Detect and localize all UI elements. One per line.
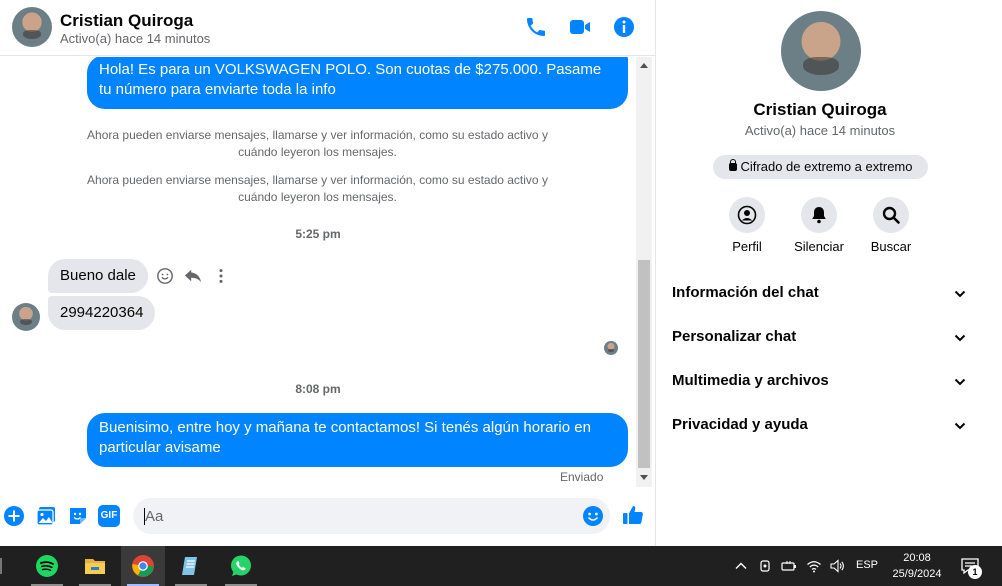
chevron-down-icon xyxy=(954,378,966,386)
text-caret xyxy=(144,508,145,525)
chevron-up-icon[interactable] xyxy=(733,558,749,574)
video-camera-icon[interactable] xyxy=(568,15,592,39)
message-scrollbar[interactable] xyxy=(636,57,652,487)
chat-info-panel: Cristian Quiroga Activo(a) hace 14 minut… xyxy=(656,0,984,546)
spotify-icon xyxy=(36,555,58,577)
incoming-message[interactable]: 2994220364 xyxy=(48,296,156,330)
section-media-files[interactable]: Multimedia y archivos xyxy=(656,359,984,403)
taskbar-edge xyxy=(0,558,2,574)
info-icon[interactable] xyxy=(612,15,636,39)
outgoing-message[interactable]: Hola! Es para un VOLKSWAGEN POLO. Son cu… xyxy=(87,57,628,109)
mute-label: Silenciar xyxy=(794,239,844,254)
windows-taskbar: ESP 20:08 25/9/2024 1 xyxy=(0,546,1002,586)
section-customize-chat[interactable]: Personalizar chat xyxy=(656,315,984,359)
search-label: Buscar xyxy=(870,239,912,254)
panel-contact-name: Cristian Quiroga xyxy=(753,100,887,119)
contact-status: Activo(a) hace 14 minutos xyxy=(60,31,211,46)
taskbar-app-spotify[interactable] xyxy=(25,546,69,586)
contact-name[interactable]: Cristian Quiroga xyxy=(60,11,193,31)
search-icon xyxy=(882,206,900,224)
avatar[interactable] xyxy=(781,11,861,91)
search-button[interactable]: Buscar xyxy=(856,197,926,254)
incoming-message[interactable]: Bueno dale xyxy=(48,259,148,293)
avatar[interactable] xyxy=(12,303,40,331)
timestamp: 8:08 pm xyxy=(295,382,341,396)
chat-header: Cristian Quiroga Activo(a) hace 14 minut… xyxy=(0,0,655,56)
sticker-icon[interactable] xyxy=(67,505,89,527)
chevron-down-icon xyxy=(954,334,966,342)
sent-status: Enviado xyxy=(560,470,604,484)
section-label: Información del chat xyxy=(672,284,819,301)
lock-icon xyxy=(728,159,737,171)
section-chat-info[interactable]: Información del chat xyxy=(656,271,984,315)
phone-icon[interactable] xyxy=(524,15,548,39)
more-options-icon[interactable] xyxy=(212,267,230,285)
scrollbar-thumb[interactable] xyxy=(638,260,650,468)
profile-icon xyxy=(737,205,757,225)
clock[interactable]: 20:08 25/9/2024 xyxy=(886,550,948,582)
scroll-up-arrow-icon[interactable] xyxy=(640,63,648,68)
message-list: Hola! Es para un VOLKSWAGEN POLO. Son cu… xyxy=(0,57,636,487)
image-icon[interactable] xyxy=(35,505,57,527)
chrome-icon xyxy=(132,555,154,577)
bell-icon xyxy=(812,207,826,224)
message-input[interactable] xyxy=(133,498,610,534)
wifi-icon[interactable] xyxy=(806,558,822,574)
taskbar-app-file-explorer[interactable] xyxy=(73,546,117,586)
battery-icon[interactable] xyxy=(781,558,797,574)
notification-badge: 1 xyxy=(968,565,982,579)
language-indicator[interactable]: ESP xyxy=(856,559,878,571)
volume-icon[interactable] xyxy=(829,558,845,574)
mute-button[interactable]: Silenciar xyxy=(784,197,854,254)
system-notice: Ahora pueden enviarse mensajes, llamarse… xyxy=(87,128,548,159)
gif-icon[interactable]: GIF xyxy=(98,505,120,527)
notes-icon xyxy=(182,557,197,575)
system-notice: Ahora pueden enviarse mensajes, llamarse… xyxy=(87,173,548,204)
message-composer: GIF xyxy=(0,490,655,546)
panel-contact-status: Activo(a) hace 14 minutos xyxy=(744,123,896,138)
thumbs-up-icon[interactable] xyxy=(621,503,645,527)
scroll-down-arrow-icon[interactable] xyxy=(640,475,648,480)
section-label: Privacidad y ayuda xyxy=(672,416,808,433)
panel-scroll-area xyxy=(984,0,1002,546)
file-explorer-icon xyxy=(85,559,105,574)
seen-indicator-avatar xyxy=(604,341,618,355)
outgoing-message[interactable]: Buenisimo, entre hoy y mañana te contact… xyxy=(87,413,628,467)
emoji-icon[interactable] xyxy=(582,505,604,527)
taskbar-app-chrome[interactable] xyxy=(121,546,165,586)
taskbar-app-whatsapp[interactable] xyxy=(219,546,263,586)
encryption-badge[interactable]: Cifrado de extremo a extremo xyxy=(713,155,928,179)
section-label: Personalizar chat xyxy=(672,328,797,345)
whatsapp-icon xyxy=(231,555,251,576)
device-icon[interactable] xyxy=(757,558,773,574)
encryption-label: Cifrado de extremo a extremo xyxy=(740,159,913,174)
chevron-down-icon xyxy=(954,290,966,298)
clock-date: 25/9/2024 xyxy=(892,568,942,580)
section-privacy-help[interactable]: Privacidad y ayuda xyxy=(656,403,984,447)
clock-time: 20:08 xyxy=(903,552,931,564)
profile-label: Perfil xyxy=(732,239,762,254)
timestamp: 5:25 pm xyxy=(295,227,341,241)
chevron-down-icon xyxy=(954,422,966,430)
avatar[interactable] xyxy=(12,7,52,47)
reply-icon[interactable] xyxy=(184,267,202,285)
react-emoji-icon[interactable] xyxy=(156,267,174,285)
section-label: Multimedia y archivos xyxy=(672,372,829,389)
chat-pane: Cristian Quiroga Activo(a) hace 14 minut… xyxy=(0,0,655,546)
taskbar-app-notes[interactable] xyxy=(169,546,213,586)
profile-button[interactable]: Perfil xyxy=(712,197,782,254)
plus-icon[interactable] xyxy=(3,505,25,527)
